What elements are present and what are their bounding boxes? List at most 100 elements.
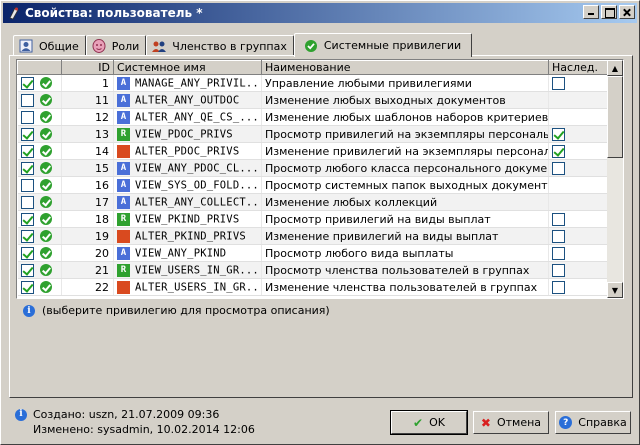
tab-label: Системные привилегии [323,39,462,52]
table-row[interactable]: 16 A VIEW_SYS_OD_FOLD... Просмотр системных… [17,176,610,194]
inherited-cell [548,261,610,279]
inherited-checkbox[interactable] [552,76,565,90]
select-cell [17,125,62,143]
table-row[interactable]: 13 R VIEW_PDOC_PRIVS Просмотр привилегий на… [17,125,610,143]
system-name-text: ALTER_ANY_OUTDOC [135,94,240,106]
tab-general[interactable]: Общие [13,35,86,56]
info-icon: i [23,304,35,317]
table-row[interactable]: 18 R VIEW_PKIND_PRIVS Просмотр привилегий н… [17,210,610,228]
column-header-select[interactable] [17,60,62,75]
id-cell: 22 [61,278,114,296]
inherited-checkbox[interactable] [552,263,565,277]
inherited-checkbox[interactable] [552,280,565,294]
help-button[interactable]: ? Справка [555,411,631,434]
table-row[interactable]: 11 A ALTER_ANY_OUTDOC Изменение любых выход… [17,91,610,109]
select-cell [17,142,62,160]
inherited-checkbox[interactable] [552,161,565,175]
system-name-cell: A ALTER_ANY_OUTDOC [113,91,262,109]
name-cell: Просмотр привилегий на виды выплат [261,210,549,228]
id-cell: 19 [61,227,114,245]
privilege-checkbox[interactable] [20,127,34,141]
table-row[interactable]: 22 ALTER_USERS_IN_GR... Изменение членства… [17,278,610,296]
id-cell: 12 [61,108,114,126]
status-ok-icon [39,213,52,226]
tab-label: Общие [39,39,79,53]
inherited-checkbox[interactable] [552,127,565,141]
inherited-checkbox[interactable] [552,229,565,243]
table-row[interactable]: 19 ALTER_PKIND_PRIVS Изменение привилегий … [17,227,610,245]
roles-icon [91,38,107,54]
ok-button[interactable]: ✔ OK [390,410,468,435]
table-row[interactable]: 12 A ALTER_ANY_QE_CS_... Изменение любых ша… [17,108,610,126]
name-cell: Управление любыми привилегиями [261,74,549,92]
privilege-checkbox[interactable] [20,161,34,175]
system-name-text: VIEW_ANY_PKIND [135,247,227,259]
close-button[interactable] [619,5,635,19]
system-name-text: VIEW_SYS_OD_FOLD... [135,179,259,191]
tab-group-membership[interactable]: Членство в группах [146,35,294,56]
minimize-button[interactable] [583,5,599,19]
column-header-id[interactable]: ID [61,60,114,75]
cross-icon: ✖ [480,415,491,430]
tab-strip: Общие Роли Членство в группах Системные … [13,32,473,57]
column-header-system-name[interactable]: Системное имя [113,60,262,75]
privilege-checkbox[interactable] [20,178,34,192]
privilege-checkbox[interactable] [20,229,34,243]
system-name-text: VIEW_PKIND_PRIVS [135,213,240,225]
column-header-inherited[interactable]: Наслед. [548,60,610,75]
select-cell [17,278,62,296]
id-cell: 11 [61,91,114,109]
table-row[interactable]: 21 R VIEW_USERS_IN_GR... Просмотр членства … [17,261,610,279]
scroll-thumb[interactable] [607,76,623,158]
privilege-check-icon [303,38,319,54]
privilege-checkbox[interactable] [20,144,34,158]
inherited-checkbox[interactable] [552,144,565,158]
system-name-cell: R VIEW_PDOC_PRIVS [113,125,262,143]
privilege-checkbox[interactable] [20,212,34,226]
inherited-checkbox[interactable] [552,246,565,260]
privilege-type-icon: R [117,127,130,141]
title-bar[interactable]: Свойства: пользователь * [3,3,637,23]
table-row[interactable]: 20 A VIEW_ANY_PKIND Просмотр любого вида вы… [17,244,610,262]
system-name-text: ALTER_USERS_IN_GR... [135,281,262,293]
tab-roles[interactable]: Роли [85,35,147,56]
name-cell: Просмотр любого класса персонального док… [261,159,549,177]
system-name-cell: A VIEW_ANY_PDOC_CL... [113,159,262,177]
name-cell: Просмотр привилегий на экземпляры персон… [261,125,549,143]
privilege-checkbox[interactable] [20,195,34,209]
privilege-checkbox[interactable] [20,93,34,107]
select-cell [17,261,62,279]
privilege-checkbox[interactable] [20,76,34,90]
help-icon: ? [559,416,573,429]
tab-system-privileges[interactable]: Системные привилегии [293,33,473,57]
vertical-scrollbar[interactable]: ▲ ▼ [607,60,623,298]
system-name-cell: A ALTER_ANY_COLLECT... [113,193,262,211]
name-cell: Изменение любых коллекций [261,193,549,211]
column-header-name[interactable]: Наименование [261,60,549,75]
privileges-grid[interactable]: ID Системное имя Наименование Наслед. 1A… [16,59,624,299]
cancel-button[interactable]: ✖ Отмена [473,411,549,434]
name-cell: Изменение членства пользователей в групп… [261,278,549,296]
scroll-down-button[interactable]: ▼ [607,282,623,298]
table-row[interactable]: 17 A ALTER_ANY_COLLECT... Изменение любых к… [17,193,610,211]
privilege-checkbox[interactable] [20,246,34,260]
system-name-text: ALTER_ANY_COLLECT... [135,196,262,208]
privilege-checkbox[interactable] [20,263,34,277]
privilege-type-icon: R [117,263,130,277]
inherited-checkbox[interactable] [552,212,565,226]
inherited-cell [548,108,610,126]
system-name-cell: A ALTER_ANY_QE_CS_... [113,108,262,126]
name-cell: Изменение привилегий на экземпляры персо… [261,142,549,160]
description-text: (выберите привилегию для просмотра описа… [42,304,330,317]
privilege-checkbox[interactable] [20,110,34,124]
inherited-cell [548,142,610,160]
inherited-cell [548,74,610,92]
table-row[interactable]: 15 A VIEW_ANY_PDOC_CL... Просмотр любого кл… [17,159,610,177]
privilege-checkbox[interactable] [20,280,34,294]
scroll-up-button[interactable]: ▲ [607,60,623,76]
table-row[interactable]: 1 A MANAGE_ANY_PRIVIL... Управление любыми … [17,74,610,92]
table-row[interactable]: 14 ALTER_PDOC_PRIVS Изменение привилегий н… [17,142,610,160]
name-cell: Просмотр членства пользователей в группа… [261,261,549,279]
maximize-button[interactable] [601,5,617,19]
id-cell: 14 [61,142,114,160]
